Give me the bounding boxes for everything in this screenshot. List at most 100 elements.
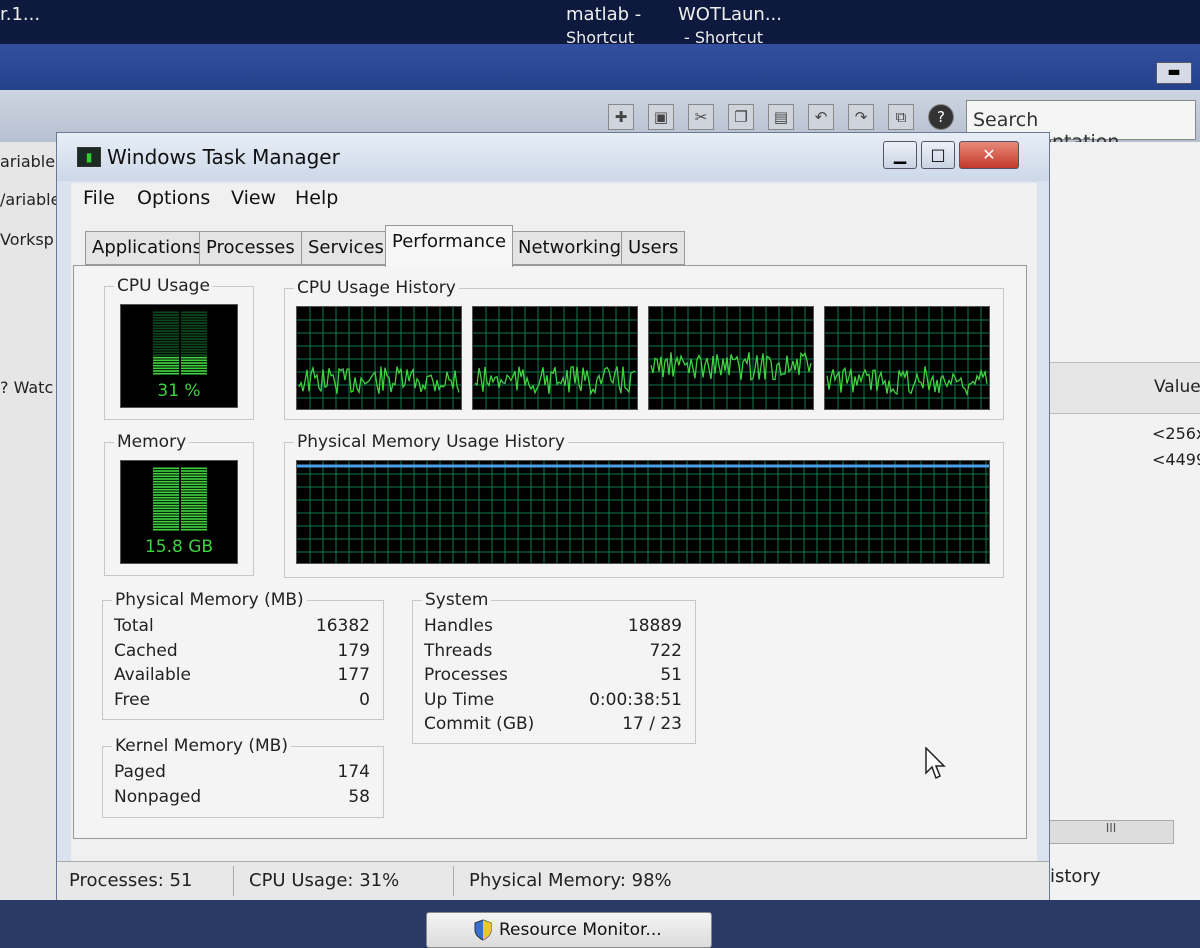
meter-segment — [153, 367, 179, 370]
stat-label: Available — [114, 665, 191, 685]
meter-segment — [153, 499, 179, 502]
title-bar[interactable]: ▮ Windows Task Manager ▁ □ ✕ — [57, 133, 1049, 181]
meter-segment — [153, 335, 179, 338]
meter-segment — [181, 311, 207, 314]
tab-processes[interactable]: Processes — [199, 231, 302, 265]
meter-segment — [153, 330, 179, 332]
status-divider — [233, 866, 234, 896]
meter-segment — [181, 494, 207, 496]
cpu-core-graph-svg — [297, 307, 461, 409]
resource-monitor-button[interactable]: Resource Monitor... — [426, 912, 712, 948]
memory-value: 15.8 GB — [144, 537, 214, 557]
meter-segment — [153, 475, 179, 478]
desktop-icon-label[interactable]: matlab - — [566, 4, 641, 25]
tab-performance[interactable]: Performance — [385, 225, 514, 267]
memory-label: Memory — [114, 432, 190, 452]
close-button[interactable]: ✕ — [959, 141, 1019, 169]
help-icon[interactable]: ? — [928, 104, 954, 130]
workspace-item[interactable]: /ariable — [0, 190, 60, 209]
cpu-core-graph-svg — [473, 307, 637, 409]
meter-segment — [153, 314, 179, 316]
status-processes: Processes: 51 — [69, 870, 193, 891]
kernel-memory-group — [102, 746, 384, 818]
cpu-core-graph — [824, 306, 990, 410]
cpu-core-graph — [472, 306, 638, 410]
tab-services[interactable]: Services — [301, 231, 391, 265]
meter-segment — [153, 324, 179, 327]
status-bar: Processes: 51 CPU Usage: 31% Physical Me… — [57, 861, 1049, 900]
stat-label: Paged — [114, 762, 166, 782]
workspace-item[interactable]: ariable — [0, 152, 55, 171]
meter-segment — [153, 526, 179, 528]
meter-segment — [181, 467, 207, 470]
meter-segment — [181, 472, 207, 475]
minimize-button[interactable]: ▁ — [883, 141, 917, 169]
meter-segment — [181, 470, 207, 472]
stat-value: 722 — [649, 641, 682, 661]
meter-segment — [181, 491, 207, 494]
cpu-core-graph-svg — [649, 307, 813, 409]
stat-value: 174 — [337, 762, 370, 782]
meter-segment — [153, 467, 179, 470]
copy-icon[interactable]: ❐ — [728, 104, 754, 130]
menu-view[interactable]: View — [231, 187, 276, 209]
meter-segment — [181, 330, 207, 332]
undo-icon[interactable]: ↶ — [808, 104, 834, 130]
desktop-icon-label[interactable]: WOTLaun... — [678, 4, 782, 25]
menu-options[interactable]: Options — [137, 187, 210, 209]
cpu-usage-value: 31 % — [157, 381, 201, 401]
workspace-item[interactable]: Vorksp — [0, 230, 54, 249]
meter-segment — [181, 518, 207, 520]
meter-segment — [153, 480, 179, 483]
meter-segment — [181, 364, 207, 367]
command-history-label[interactable]: istory — [1050, 866, 1101, 887]
stat-label: Commit (GB) — [424, 714, 535, 734]
cpu-history-label: CPU Usage History — [294, 278, 459, 298]
status-divider — [453, 866, 454, 896]
meter-segment — [153, 504, 179, 507]
meter-segment — [181, 512, 207, 515]
workspace-value: <4499 — [1152, 450, 1200, 469]
desktop-icon-label[interactable]: r.1... — [0, 4, 40, 25]
meter-segment — [153, 311, 179, 314]
cut-icon[interactable]: ✂ — [688, 104, 714, 130]
value-column-header[interactable]: Value — [1154, 377, 1200, 397]
meter-segment — [153, 351, 179, 354]
stat-label: Total — [114, 616, 154, 636]
stat-value: 16382 — [315, 616, 370, 636]
meter-segment — [153, 332, 179, 335]
meter-segment — [153, 338, 179, 340]
meter-segment — [153, 502, 179, 504]
menu-file[interactable]: File — [83, 187, 115, 209]
meter-segment — [181, 332, 207, 335]
redo-icon[interactable]: ↷ — [848, 104, 874, 130]
task-manager-app-icon: ▮ — [77, 147, 101, 167]
new-script-icon[interactable]: ✚ — [608, 104, 634, 130]
task-manager-window: ▮ Windows Task Manager ▁ □ ✕ File Option… — [56, 132, 1050, 948]
stat-value: 51 — [660, 665, 682, 685]
switch-windows-icon[interactable]: ⧉ — [888, 104, 914, 130]
paste-icon[interactable]: ▤ — [768, 104, 794, 130]
scrollbar-thumb[interactable]: III — [1048, 820, 1174, 844]
minimize-button[interactable]: ▬ — [1156, 62, 1192, 84]
status-cpu-usage: CPU Usage: 31% — [249, 870, 400, 891]
meter-segment — [153, 343, 179, 346]
meter-segment — [153, 518, 179, 520]
stat-value: 0:00:38:51 — [589, 690, 682, 710]
memory-history-label: Physical Memory Usage History — [294, 432, 568, 452]
watch-item[interactable]: ? Watc — [0, 378, 53, 397]
desktop-strip: r.1... matlab - Shortcut WOTLaun... - Sh… — [0, 0, 1200, 47]
stat-label: Cached — [114, 641, 178, 661]
physical-memory-label: Physical Memory (MB) — [112, 590, 307, 610]
tab-networking[interactable]: Networking — [511, 231, 628, 265]
tab-users[interactable]: Users — [621, 231, 686, 265]
meter-segment — [181, 314, 207, 316]
meter-segment — [181, 372, 207, 375]
meter-segment — [153, 348, 179, 351]
tab-applications[interactable]: Applications — [85, 231, 209, 265]
meter-segment — [181, 496, 207, 499]
matlab-title-bar: ▬ — [0, 44, 1200, 90]
save-icon[interactable]: ▣ — [648, 104, 674, 130]
menu-help[interactable]: Help — [295, 187, 338, 209]
maximize-button[interactable]: □ — [921, 141, 955, 169]
